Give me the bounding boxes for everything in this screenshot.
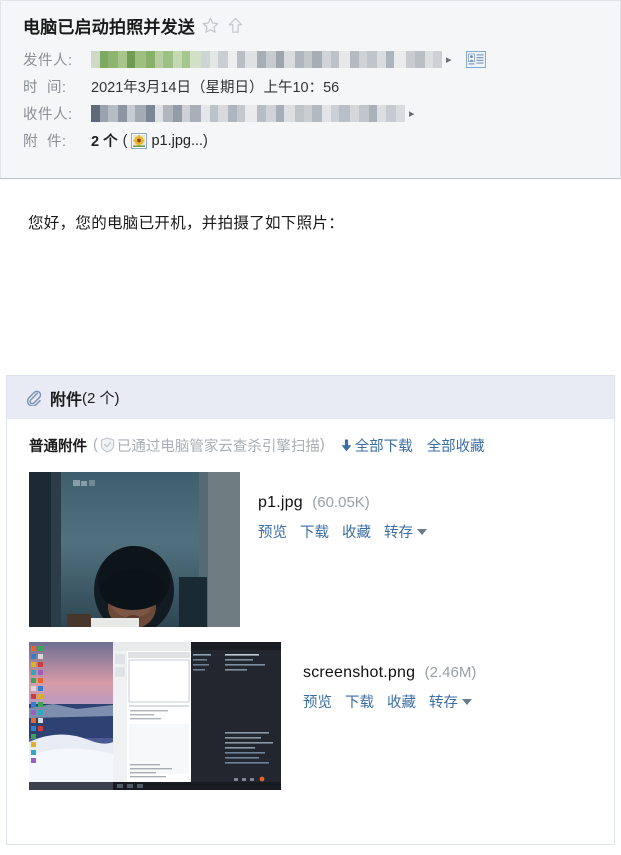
up-arrow-icon[interactable]	[226, 16, 245, 35]
file-actions: 预览 下载 收藏 转存	[258, 521, 427, 542]
attachments-panel: 附件 (2 个) 普通附件 ( 已通过电脑管家云查杀引擎扫描 ) 全部下载 全部…	[6, 375, 615, 845]
file-size: (60.05K)	[312, 494, 370, 511]
download-all-button[interactable]: 全部下载	[341, 435, 413, 456]
paperclip-icon	[25, 389, 42, 407]
webcam-photo-thumbnail[interactable]	[29, 472, 240, 627]
mail-header: 电脑已启动拍照并发送 发件人: ▸ 时 间: 2021年3月14日（星期日）上午…	[0, 0, 621, 179]
star-icon[interactable]	[201, 16, 220, 35]
save-to-dropdown[interactable]: 转存	[384, 521, 427, 542]
attachments-header-title: 附件	[50, 391, 83, 409]
file-size: (2.46M)	[424, 664, 477, 681]
list-item: screenshot.png (2.46M) 预览 下载 收藏 转存	[29, 642, 614, 790]
favorite-all-button[interactable]: 全部收藏	[427, 435, 485, 456]
file-name-row: p1.jpg (60.05K)	[258, 494, 427, 512]
sender-value[interactable]: ▸	[91, 51, 486, 68]
preview-link[interactable]: 预览	[303, 691, 332, 712]
preview-link[interactable]: 预览	[258, 521, 287, 542]
attachments-header-count: (2 个)	[82, 390, 120, 407]
attachment-count: 2 个	[91, 134, 118, 150]
expand-sender-icon[interactable]: ▸	[446, 53, 452, 66]
paren-close: )	[203, 132, 208, 149]
list-item: p1.jpg (60.05K) 预览 下载 收藏 转存	[29, 472, 614, 627]
normal-attachments-row: 普通附件 ( 已通过电脑管家云查杀引擎扫描 ) 全部下载 全部收藏	[29, 433, 614, 457]
save-to-dropdown[interactable]: 转存	[429, 691, 472, 712]
file-actions: 预览 下载 收藏 转存	[303, 691, 476, 712]
redacted-sender-mosaic	[91, 51, 442, 68]
scan-paren-open: (	[93, 437, 98, 453]
scan-paren-close: )	[319, 437, 325, 453]
save-to-label: 转存	[384, 525, 413, 541]
favorite-all-label: 全部收藏	[426, 438, 485, 455]
scan-note-text: 已通过电脑管家云查杀引擎扫描	[116, 438, 320, 455]
file-info: p1.jpg (60.05K) 预览 下载 收藏 转存	[258, 472, 427, 627]
attachment-label: 附 件:	[23, 134, 67, 150]
time-label: 时 间:	[23, 80, 67, 96]
redacted-recipient-mosaic	[91, 105, 405, 122]
file-name: p1.jpg	[258, 494, 303, 511]
file-name: screenshot.png	[303, 664, 416, 681]
download-link[interactable]: 下载	[300, 521, 329, 542]
sunflower-image-icon	[131, 132, 148, 149]
attachment-inline-name[interactable]: p1.jpg...	[151, 133, 203, 149]
scan-note: ( 已通过电脑管家云查杀引擎扫描 )	[93, 435, 325, 456]
time-row: 时 间: 2021年3月14日（星期日）上午10：56	[23, 73, 606, 100]
recipient-label: 收件人:	[23, 107, 73, 123]
desktop-screenshot-thumbnail[interactable]	[29, 642, 281, 790]
contact-card-icon[interactable]	[465, 51, 486, 68]
attachment-summary-value: 2 个 ( p1.jpg...)	[91, 130, 208, 151]
attachments-panel-body: 普通附件 ( 已通过电脑管家云查杀引擎扫描 ) 全部下载 全部收藏 p1.jpg…	[7, 419, 614, 790]
save-to-label: 转存	[429, 695, 458, 711]
download-link[interactable]: 下载	[345, 691, 374, 712]
favorite-link[interactable]: 收藏	[387, 691, 416, 712]
page-title: 电脑已启动拍照并发送	[23, 18, 195, 37]
sender-row: 发件人: ▸	[23, 46, 606, 73]
recipient-row: 收件人: ▸	[23, 100, 606, 127]
shield-icon	[100, 437, 115, 453]
file-name-row: screenshot.png (2.46M)	[303, 664, 476, 682]
attachments-panel-header: 附件 (2 个)	[7, 376, 614, 419]
file-info: screenshot.png (2.46M) 预览 下载 收藏 转存	[303, 642, 476, 790]
expand-recipient-icon[interactable]: ▸	[409, 107, 415, 120]
subject-row: 电脑已启动拍照并发送	[23, 13, 606, 38]
chevron-down-icon	[462, 698, 472, 705]
normal-attachments-title: 普通附件	[29, 438, 87, 455]
bulk-links: 全部下载 全部收藏	[341, 435, 485, 456]
favorite-link[interactable]: 收藏	[342, 521, 371, 542]
sender-label: 发件人:	[23, 53, 73, 69]
body-text: 您好，您的电脑已开机，并拍摄了如下照片：	[28, 215, 345, 232]
paren-open: (	[122, 132, 128, 149]
download-arrow-icon	[341, 439, 352, 452]
download-all-label: 全部下载	[354, 438, 413, 455]
recipient-value[interactable]: ▸	[91, 105, 415, 122]
chevron-down-icon	[417, 528, 427, 535]
mail-body: 您好，您的电脑已开机，并拍摄了如下照片：	[0, 179, 621, 375]
attachment-summary-row: 附 件: 2 个 (p1.jpg...)	[23, 127, 606, 154]
time-value: 2021年3月14日（星期日）上午10：56	[91, 80, 340, 96]
